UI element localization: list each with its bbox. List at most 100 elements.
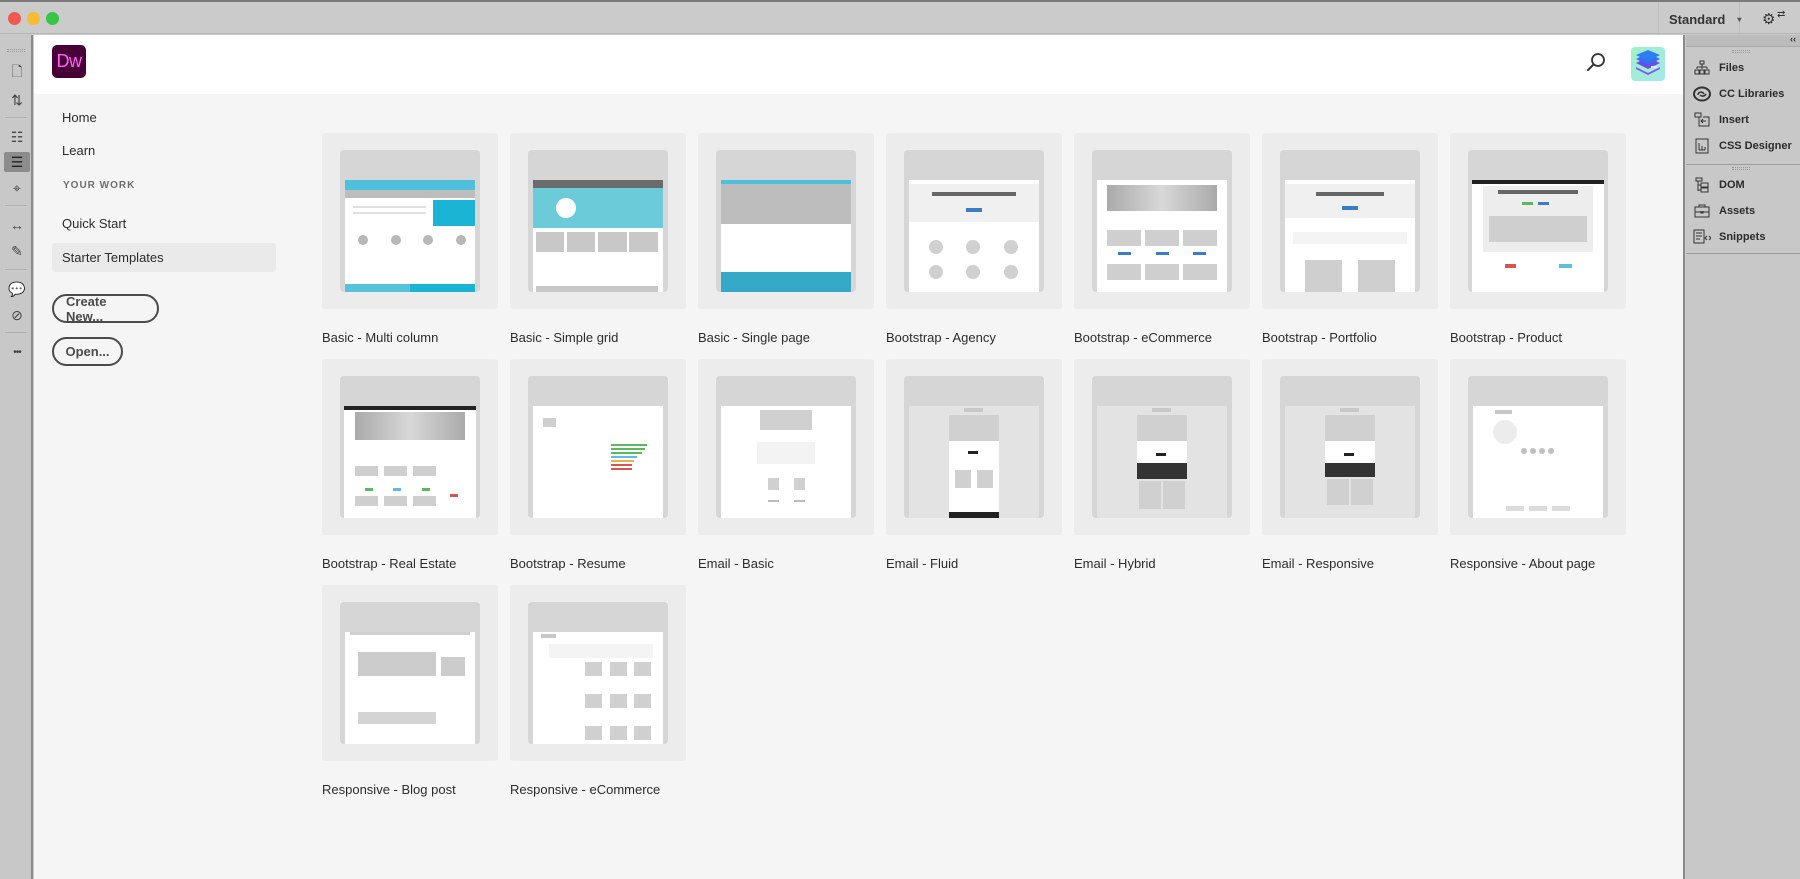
template-card[interactable]: Bootstrap - Resume <box>510 359 686 571</box>
minimize-window-button[interactable] <box>27 12 40 25</box>
template-thumbnail[interactable] <box>1450 359 1626 535</box>
template-thumbnail[interactable] <box>1074 133 1250 309</box>
panel-group-grip[interactable] <box>1732 167 1750 170</box>
template-label[interactable]: Bootstrap - Portfolio <box>1262 330 1438 345</box>
template-thumbnail[interactable] <box>886 133 1062 309</box>
template-label[interactable]: Bootstrap - Product <box>1450 330 1626 345</box>
template-card[interactable]: Email - Responsive <box>1262 359 1438 571</box>
target-icon[interactable]: ⌖ <box>6 178 28 198</box>
panel-snippets-label: Snippets <box>1719 231 1766 243</box>
wrap-tag-icon[interactable]: ✎ <box>6 241 28 261</box>
chevron-down-icon: ▾ <box>1737 14 1742 24</box>
template-card[interactable]: Basic - Multi column <box>322 133 498 345</box>
template-label[interactable]: Basic - Multi column <box>322 330 498 345</box>
template-thumbnail[interactable] <box>510 133 686 309</box>
panel-dom[interactable]: DOM <box>1692 174 1797 196</box>
template-thumbnail[interactable] <box>510 585 686 761</box>
template-card[interactable]: Email - Fluid <box>886 359 1062 571</box>
panel-cc-libraries-label: CC Libraries <box>1719 88 1785 100</box>
live-inspect-icon[interactable]: ☷ <box>6 127 28 147</box>
dreamweaver-logo: Dw <box>52 45 86 78</box>
template-thumbnail[interactable] <box>510 359 686 535</box>
format-source-icon[interactable]: ☰ <box>4 152 30 172</box>
template-card[interactable]: Responsive - eCommerce <box>510 585 686 797</box>
template-thumbnail[interactable] <box>698 359 874 535</box>
panel-files-label: Files <box>1719 62 1745 74</box>
search-button[interactable] <box>1584 51 1608 75</box>
template-card[interactable]: Email - Hybrid <box>1074 359 1250 571</box>
template-card[interactable]: Bootstrap - Product <box>1450 133 1626 345</box>
template-card[interactable]: Responsive - About page <box>1450 359 1626 571</box>
template-label[interactable]: Email - Hybrid <box>1074 556 1250 571</box>
template-thumbnail[interactable] <box>322 585 498 761</box>
search-icon <box>1587 53 1605 71</box>
close-window-button[interactable] <box>8 12 21 25</box>
nav-item-learn[interactable]: Learn <box>52 136 276 165</box>
template-label[interactable]: Bootstrap - Resume <box>510 556 686 571</box>
toolbar-divider <box>5 332 27 333</box>
panel-css-designer[interactable]: CSS Designer <box>1692 135 1797 157</box>
user-avatar[interactable] <box>1631 47 1665 81</box>
panel-snippets[interactable]: Snippets <box>1692 226 1797 248</box>
panel-files[interactable]: Files <box>1692 57 1797 79</box>
template-thumbnail[interactable] <box>698 133 874 309</box>
template-card[interactable]: Bootstrap - eCommerce <box>1074 133 1250 345</box>
template-label[interactable]: Email - Fluid <box>886 556 1062 571</box>
apply-comment-icon[interactable]: 💬 <box>6 279 28 299</box>
open-button[interactable]: Open... <box>52 337 123 366</box>
template-thumbnail[interactable] <box>1450 133 1626 309</box>
template-card[interactable]: Bootstrap - Real Estate <box>322 359 498 571</box>
template-label[interactable]: Responsive - About page <box>1450 556 1626 571</box>
dom-tree-icon <box>1692 176 1712 194</box>
sync-settings-icon[interactable]: ⇄ <box>1777 10 1785 20</box>
template-thumbnail[interactable] <box>1262 359 1438 535</box>
template-label[interactable]: Email - Responsive <box>1262 556 1438 571</box>
template-label[interactable]: Basic - Single page <box>698 330 874 345</box>
template-label[interactable]: Bootstrap - eCommerce <box>1074 330 1250 345</box>
template-thumbnail[interactable] <box>1074 359 1250 535</box>
gear-icon[interactable]: ⚙ <box>1762 10 1775 28</box>
panel-dock: ‹‹ Files CC Libraries Insert CSS Designe… <box>1686 34 1800 879</box>
template-thumbnail[interactable] <box>322 359 498 535</box>
template-card[interactable]: Basic - Simple grid <box>510 133 686 345</box>
more-tools-icon[interactable]: ••• <box>6 342 28 362</box>
template-thumbnail[interactable] <box>322 133 498 309</box>
workspace-label: Standard <box>1669 11 1726 27</box>
template-label[interactable]: Bootstrap - Agency <box>886 330 1062 345</box>
panel-assets[interactable]: Assets <box>1692 200 1797 222</box>
toolbar-divider <box>5 205 27 206</box>
template-card[interactable]: Bootstrap - Agency <box>886 133 1062 345</box>
template-thumbnail[interactable] <box>886 359 1062 535</box>
toolbar-grip[interactable] <box>7 49 25 52</box>
panel-dock-header: ‹‹ <box>1686 34 1800 47</box>
template-card[interactable]: Basic - Single page <box>698 133 874 345</box>
new-file-icon[interactable]: 🗋 <box>6 63 28 83</box>
nav-item-quick-start[interactable]: Quick Start <box>52 209 276 238</box>
panel-insert[interactable]: Insert <box>1692 109 1797 131</box>
expand-icon[interactable]: ↔ <box>6 215 28 235</box>
template-label[interactable]: Bootstrap - Real Estate <box>322 556 498 571</box>
template-card[interactable]: Email - Basic <box>698 359 874 571</box>
template-label[interactable]: Responsive - Blog post <box>322 782 498 797</box>
file-transfer-icon[interactable]: ⇅ <box>6 90 28 110</box>
template-thumbnail[interactable] <box>1262 133 1438 309</box>
create-new-button[interactable]: Create New... <box>52 294 159 324</box>
remove-comment-icon[interactable]: ⊘ <box>6 305 28 325</box>
creative-cloud-icon <box>1692 85 1712 103</box>
template-card[interactable]: Bootstrap - Portfolio <box>1262 133 1438 345</box>
files-sitemap-icon <box>1692 59 1712 77</box>
template-card[interactable]: Responsive - Blog post <box>322 585 498 797</box>
template-label[interactable]: Responsive - eCommerce <box>510 782 686 797</box>
snippets-icon <box>1692 228 1712 246</box>
nav-item-starter-templates[interactable]: Starter Templates <box>52 243 276 272</box>
panel-cc-libraries[interactable]: CC Libraries <box>1692 83 1797 105</box>
workspace-switcher[interactable]: Standard ▾ <box>1658 2 1742 36</box>
panel-group-divider <box>1686 253 1800 254</box>
left-toolbar: 🗋 ⇅ ☷ ☰ ⌖ ↔ ✎ 💬 ⊘ ••• <box>0 35 33 879</box>
nav-item-home[interactable]: Home <box>52 103 276 132</box>
template-label[interactable]: Basic - Simple grid <box>510 330 686 345</box>
maximize-window-button[interactable] <box>46 12 59 25</box>
template-label[interactable]: Email - Basic <box>698 556 874 571</box>
collapse-panels-icon[interactable]: ‹‹ <box>1790 34 1796 44</box>
panel-group-grip[interactable] <box>1732 50 1750 53</box>
